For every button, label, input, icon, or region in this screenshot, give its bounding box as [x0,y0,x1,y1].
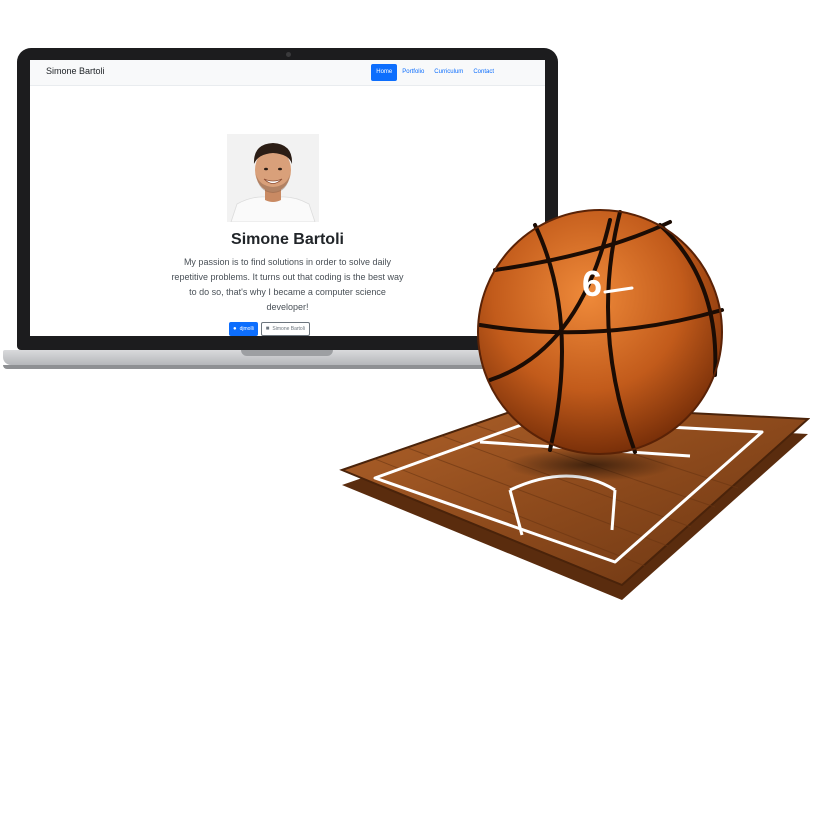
navbar-brand[interactable]: Simone Bartoli [46,66,105,76]
basketball [477,209,724,455]
laptop-camera [285,52,291,57]
profile-photo [227,134,319,222]
nav-curriculum[interactable]: Curriculum [429,64,468,81]
social-buttons: ● djmolli ■ Simone Bartoli [229,322,310,336]
linkedin-icon: ■ [265,326,270,332]
nav-contact[interactable]: Contact [468,64,499,81]
nav-portfolio[interactable]: Portfolio [397,64,429,81]
laptop-notch [241,350,333,356]
github-button-label: djmolli [239,326,254,332]
linkedin-button-label: Simone Bartoli [272,326,305,332]
navbar: Simone Bartoli Home Portfolio Curriculum… [30,60,545,86]
basketball-court-icon: 6 [339,209,810,600]
nav-menu: Home Portfolio Curriculum Contact [371,64,499,81]
ball-number: 6 [582,263,602,304]
github-button[interactable]: ● djmolli [229,322,258,336]
nav-home[interactable]: Home [371,64,398,81]
linkedin-button[interactable]: ■ Simone Bartoli [260,322,310,336]
github-icon: ● [233,326,237,332]
